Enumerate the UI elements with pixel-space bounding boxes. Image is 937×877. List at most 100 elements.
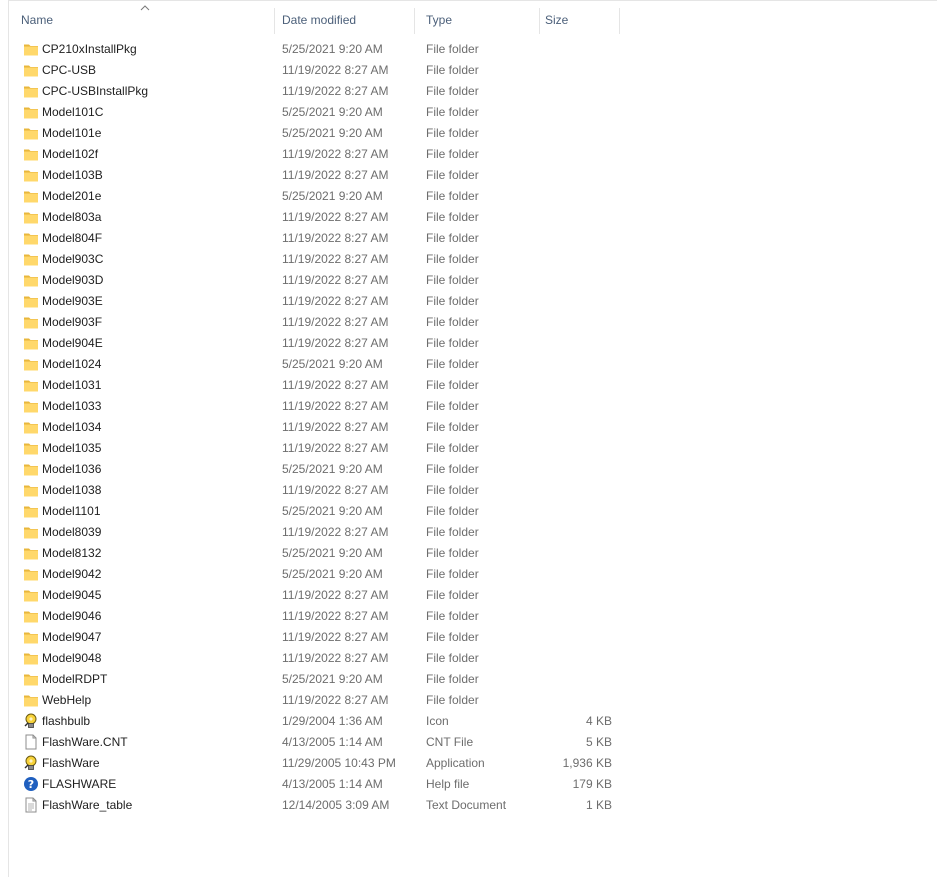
file-row[interactable]: CP210xInstallPkg 5/25/2021 9:20 AM File fo… [19,39,619,60]
folder-icon [23,671,39,692]
file-type: File folder [426,252,479,266]
column-header-date[interactable]: Date modified [270,0,415,38]
folder-icon [23,146,39,167]
file-size [539,606,612,627]
file-size [539,312,612,333]
file-name: Model1038 [42,483,102,497]
file-type: Application [426,756,485,770]
file-type: File folder [426,336,479,350]
file-date-modified: 11/19/2022 8:27 AM [282,210,389,224]
file-name: Model8039 [42,525,102,539]
file-row[interactable]: FlashWare 11/29/2005 10:43 PM Application 1… [19,753,619,774]
file-date-modified: 11/19/2022 8:27 AM [282,294,389,308]
folder-icon [23,188,39,209]
file-row[interactable]: Model903D 11/19/2022 8:27 AM File folder [19,270,619,291]
file-name: flashbulb [42,714,91,728]
file-size [539,480,612,501]
file-date-modified: 5/25/2021 9:20 AM [282,357,383,371]
folder-icon [23,377,39,398]
file-type: File folder [426,483,479,497]
file-name: Model1031 [42,378,102,392]
folder-icon [23,461,39,482]
file-row[interactable]: Model103B 11/19/2022 8:27 AM File folder [19,165,619,186]
file-row[interactable]: Model903E 11/19/2022 8:27 AM File folder [19,291,619,312]
file-name: Model904E [42,336,103,350]
file-size [539,123,612,144]
column-header-type[interactable]: Type [414,0,540,38]
file-type: File folder [426,525,479,539]
file-row[interactable]: Model9042 5/25/2021 9:20 AM File folder [19,564,619,585]
file-row[interactable]: FlashWare.CNT 4/13/2005 1:14 AM CNT File 5 … [19,732,619,753]
file-row[interactable]: Model803a 11/19/2022 8:27 AM File folder [19,207,619,228]
file-row[interactable]: CPC-USB 11/19/2022 8:27 AM File folder [19,60,619,81]
file-size [539,627,612,648]
file-row[interactable]: Model903F 11/19/2022 8:27 AM File folder [19,312,619,333]
file-size [539,396,612,417]
file-date-modified: 4/13/2005 1:14 AM [282,735,383,749]
file-row[interactable]: Model1101 5/25/2021 9:20 AM File folder [19,501,619,522]
file-date-modified: 11/19/2022 8:27 AM [282,84,389,98]
folder-icon [23,482,39,503]
file-row[interactable]: Model201e 5/25/2021 9:20 AM File folder [19,186,619,207]
file-row[interactable]: Model1035 11/19/2022 8:27 AM File folder [19,438,619,459]
file-row[interactable]: Model1038 11/19/2022 8:27 AM File folder [19,480,619,501]
column-header-size[interactable]: Size [533,0,620,38]
file-row[interactable]: Model1031 11/19/2022 8:27 AM File folder [19,375,619,396]
folder-icon [23,524,39,545]
file-row[interactable]: Model903C 11/19/2022 8:27 AM File folder [19,249,619,270]
file-date-modified: 11/19/2022 8:27 AM [282,609,389,623]
column-header-name[interactable]: Name [9,0,275,38]
file-type: File folder [426,357,479,371]
folder-icon [23,419,39,440]
file-row[interactable]: Model8039 11/19/2022 8:27 AM File folder [19,522,619,543]
file-name: FlashWare.CNT [42,735,128,749]
file-name: CP210xInstallPkg [42,42,137,56]
file-size [539,144,612,165]
file-row[interactable]: FlashWare_table 12/14/2005 3:09 AM Text Do… [19,795,619,816]
file-name: ModelRDPT [42,672,108,686]
file-row[interactable]: Model1024 5/25/2021 9:20 AM File folder [19,354,619,375]
folder-icon [23,629,39,650]
file-name: Model804F [42,231,103,245]
file-row[interactable]: Model8132 5/25/2021 9:20 AM File folder [19,543,619,564]
file-row[interactable]: Model9048 11/19/2022 8:27 AM File folder [19,648,619,669]
column-header-name-label: Name [21,13,54,27]
file-name: FlashWare [42,756,100,770]
file-row[interactable]: Model9045 11/19/2022 8:27 AM File folder [19,585,619,606]
file-row[interactable]: Model102f 11/19/2022 8:27 AM File folder [19,144,619,165]
file-row[interactable]: CPC-USBInstallPkg 11/19/2022 8:27 AM File … [19,81,619,102]
file-type: File folder [426,567,479,581]
file-size [539,417,612,438]
file-type: File folder [426,63,479,77]
file-size [539,333,612,354]
folder-icon [23,503,39,524]
file-row[interactable]: Model101C 5/25/2021 9:20 AM File folder [19,102,619,123]
file-row[interactable]: WebHelp 11/19/2022 8:27 AM File folder [19,690,619,711]
file-row[interactable]: Model1033 11/19/2022 8:27 AM File folder [19,396,619,417]
file-date-modified: 11/19/2022 8:27 AM [282,315,389,329]
file-row[interactable]: Model1034 11/19/2022 8:27 AM File folder [19,417,619,438]
file-row[interactable]: flashbulb 1/29/2004 1:36 AM Icon 4 KB [19,711,619,732]
file-type: File folder [426,273,479,287]
file-type: File folder [426,546,479,560]
file-size: 4 KB [585,714,612,728]
folder-icon [23,62,39,83]
file-row[interactable]: ? FLASHWARE 4/13/2005 1:14 AM Help file 179… [19,774,619,795]
file-date-modified: 11/19/2022 8:27 AM [282,693,389,707]
file-type: CNT File [426,735,474,749]
file-row[interactable]: ModelRDPT 5/25/2021 9:20 AM File folder [19,669,619,690]
blank-file-icon [23,734,39,755]
file-row[interactable]: Model9047 11/19/2022 8:27 AM File folder [19,627,619,648]
file-type: File folder [426,504,479,518]
file-row[interactable]: Model804F 11/19/2022 8:27 AM File folder [19,228,619,249]
folder-icon [23,314,39,335]
folder-icon [23,356,39,377]
file-row[interactable]: Model904E 11/19/2022 8:27 AM File folder [19,333,619,354]
file-row[interactable]: Model101e 5/25/2021 9:20 AM File folder [19,123,619,144]
file-row[interactable]: Model9046 11/19/2022 8:27 AM File folder [19,606,619,627]
file-date-modified: 5/25/2021 9:20 AM [282,462,383,476]
sort-up-arrow-icon [140,5,150,11]
file-row[interactable]: Model1036 5/25/2021 9:20 AM File folder [19,459,619,480]
file-size [539,165,612,186]
folder-icon [23,209,39,230]
